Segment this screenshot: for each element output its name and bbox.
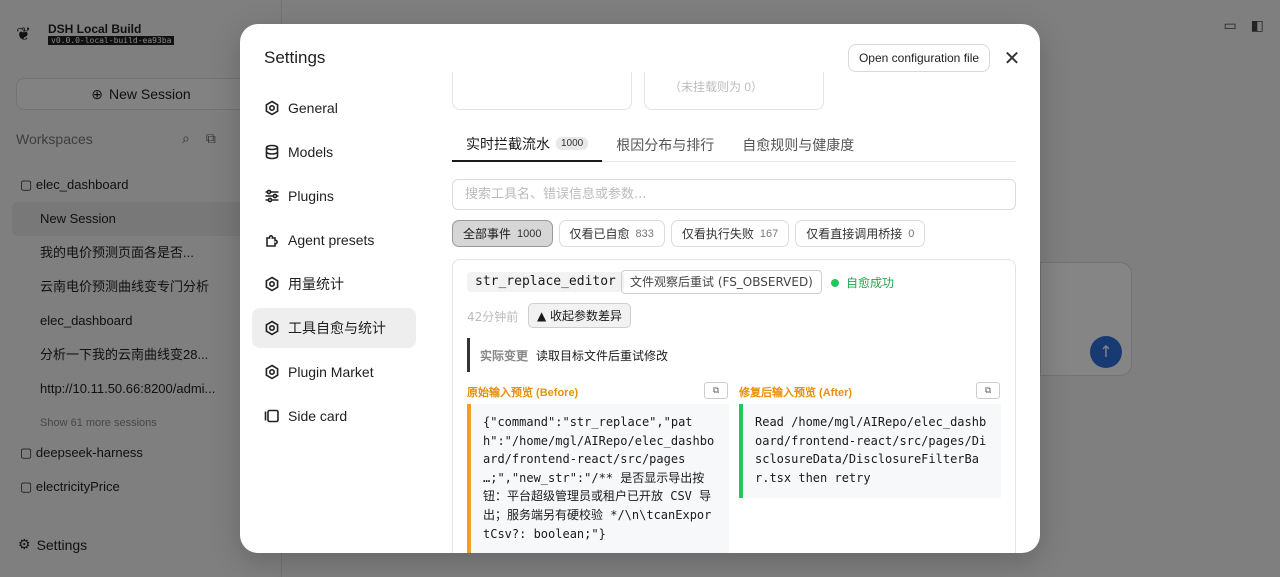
- filter-label: 仅看执行失败: [681, 227, 754, 241]
- stat-card: [452, 72, 632, 110]
- filter-label: 全部事件: [463, 227, 512, 241]
- nav-item[interactable]: 用量统计: [252, 264, 416, 304]
- tab-label: 根因分布与排行: [616, 137, 715, 154]
- gear-icon: [264, 364, 280, 380]
- nav-item-label: 用量统计: [288, 276, 344, 292]
- puzzle-icon: [264, 232, 280, 248]
- tab-label: 实时拦截流水: [466, 136, 550, 153]
- gear-icon: [264, 276, 280, 292]
- filter-chip[interactable]: 仅看执行失败 167: [670, 220, 790, 247]
- status-badge: 自愈成功: [831, 274, 894, 291]
- change-label: 实际变更: [480, 348, 529, 363]
- database-icon: [264, 144, 280, 160]
- status-label: 自愈成功: [846, 276, 895, 290]
- nav-item-label: Side card: [288, 408, 348, 424]
- nav-item[interactable]: Plugins: [252, 176, 416, 216]
- nav-item-label: Agent presets: [288, 232, 375, 248]
- event-type-badge: 文件观察后重试 (FS_OBSERVED): [621, 270, 822, 294]
- tool-name: str_replace_editor: [467, 272, 624, 292]
- filter-count: 833: [635, 227, 654, 240]
- filter-chip[interactable]: 仅看已自愈 833: [558, 220, 665, 247]
- change-value: 读取目标文件后重试修改: [536, 348, 669, 363]
- tab-bar: 实时拦截流水 1000 根因分布与排行 自愈规则与健康度: [452, 127, 1016, 162]
- open-config-button[interactable]: Open configuration file: [848, 44, 990, 72]
- nav-item[interactable]: Side card: [252, 396, 416, 436]
- before-title: 原始输入预览 (Before): [467, 387, 579, 399]
- nav-item[interactable]: Models: [252, 132, 416, 172]
- close-icon[interactable]: ✕: [1000, 48, 1024, 70]
- tab-count-badge: 1000: [556, 137, 589, 150]
- after-code: Read /home/mgl/AIRepo/elec_dashboard/fro…: [739, 404, 1001, 498]
- settings-nav: General Models Plugins Agent presets 用量统计工具自…: [252, 88, 416, 440]
- settings-content: （未挂载则为 0） 实时拦截流水 1000 根因分布与排行 自愈规则与健康度 全部事件…: [452, 72, 1016, 553]
- copy-icon[interactable]: ⧉: [704, 382, 728, 399]
- filter-chip[interactable]: 全部事件 1000: [452, 220, 553, 247]
- stat-note: （未挂载则为 0）: [669, 80, 764, 94]
- search-input[interactable]: [452, 179, 1016, 210]
- tab-label: 自愈规则与健康度: [742, 137, 855, 154]
- modal-title: Settings: [264, 48, 326, 67]
- event-card: str_replace_editor 文件观察后重试 (FS_OBSERVED)…: [452, 259, 1016, 553]
- gear-icon: [264, 100, 280, 116]
- timestamp: 42分钟前: [467, 310, 519, 324]
- nav-item-label: General: [288, 100, 338, 116]
- settings-modal: Settings Open configuration file ✕ Gener…: [240, 24, 1040, 553]
- tab[interactable]: 实时拦截流水 1000: [452, 127, 603, 162]
- nav-item-label: Plugins: [288, 188, 334, 204]
- filter-chips: 全部事件 1000 仅看已自愈 833 仅看执行失败 167 仅看直接调用桥接 0: [452, 220, 926, 247]
- before-code: {"command":"str_replace","path":"/home/m…: [467, 404, 729, 553]
- nav-item-label: 工具自愈与统计: [288, 320, 386, 336]
- stat-card: （未挂载则为 0）: [644, 72, 824, 110]
- nav-item-label: Models: [288, 144, 334, 160]
- filter-count: 0: [908, 227, 915, 240]
- filter-label: 仅看已自愈: [569, 227, 630, 241]
- tab[interactable]: 根因分布与排行: [602, 127, 728, 162]
- status-dot: [831, 278, 839, 287]
- after-title: 修复后输入预览 (After): [739, 387, 853, 399]
- actual-change: 实际变更 读取目标文件后重试修改: [467, 338, 727, 372]
- nav-item[interactable]: 工具自愈与统计: [252, 308, 416, 348]
- nav-item[interactable]: Agent presets: [252, 220, 416, 260]
- nav-item[interactable]: General: [252, 88, 416, 128]
- nav-item-label: Plugin Market: [288, 364, 374, 380]
- filter-count: 1000: [517, 227, 542, 240]
- side-card-icon: [264, 408, 280, 424]
- filter-count: 167: [759, 227, 779, 240]
- filter-label: 仅看直接调用桥接: [806, 227, 903, 241]
- copy-icon[interactable]: ⧉: [976, 382, 1000, 399]
- nav-item[interactable]: Plugin Market: [252, 352, 416, 392]
- filter-chip[interactable]: 仅看直接调用桥接 0: [795, 220, 926, 247]
- gear-icon: [264, 320, 280, 336]
- tab[interactable]: 自愈规则与健康度: [728, 127, 868, 162]
- sliders-icon: [264, 188, 280, 204]
- collapse-diff-button[interactable]: ▲ 收起参数差异: [528, 303, 632, 328]
